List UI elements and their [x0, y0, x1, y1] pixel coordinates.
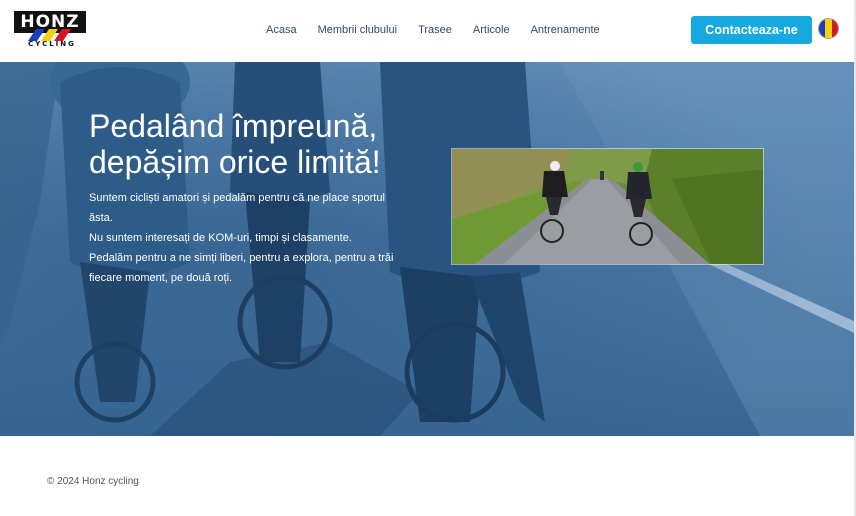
- romania-flag-icon[interactable]: [818, 18, 839, 39]
- hero-title: Pedalând împreună, depășim orice limită!: [89, 108, 429, 180]
- hero-paragraph-1: Suntem cicliști amatori și pedalăm pentr…: [89, 192, 385, 224]
- main-nav: Acasa Membrii clubului Trasee Articole A…: [266, 23, 600, 37]
- site-logo[interactable]: HONZ CYCLING: [14, 11, 86, 49]
- hero-description: Suntem cicliști amatori și pedalăm pentr…: [89, 188, 405, 288]
- hero-title-line-2: depășim orice limită!: [89, 144, 381, 180]
- nav-item-antrenamente[interactable]: Antrenamente: [531, 23, 600, 37]
- site-header: HONZ CYCLING Acasa Membrii clubului Tras…: [0, 0, 856, 62]
- nav-item-acasa[interactable]: Acasa: [266, 23, 297, 37]
- cyclists-photo: [451, 148, 764, 265]
- hero-section: Pedalând împreună, depășim orice limită!…: [0, 62, 856, 436]
- contact-button[interactable]: Contacteaza-ne: [691, 16, 812, 44]
- hero-paragraph-3: Pedalăm pentru a ne simți liberi, pentru…: [89, 252, 394, 284]
- hero-paragraph-2: Nu suntem interesați de KOM-uri, timpi ș…: [89, 232, 352, 244]
- nav-item-membrii[interactable]: Membrii clubului: [318, 23, 397, 37]
- logo-sub-text: CYCLING: [28, 40, 76, 48]
- nav-item-trasee[interactable]: Trasee: [418, 23, 452, 37]
- cyclists-photo-image: [452, 149, 763, 264]
- hero-title-line-1: Pedalând împreună,: [89, 108, 378, 144]
- site-footer: © 2024 Honz cycling: [0, 436, 856, 516]
- nav-item-articole[interactable]: Articole: [473, 23, 510, 37]
- copyright-text: © 2024 Honz cycling: [47, 476, 139, 487]
